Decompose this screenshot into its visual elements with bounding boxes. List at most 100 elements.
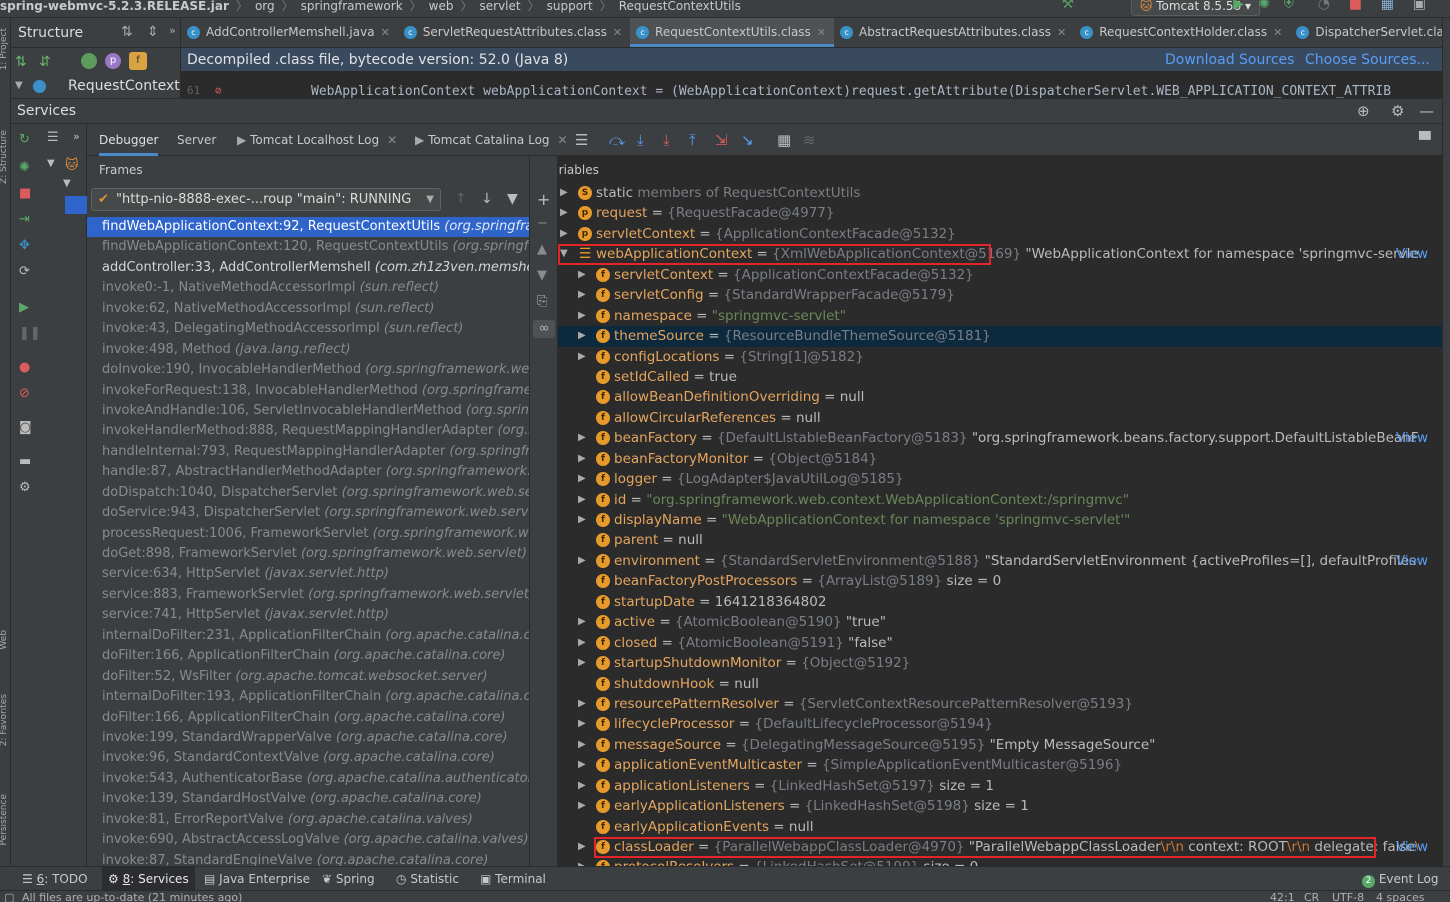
thread-selector[interactable]: ✔ "http-nio-8888-exec-...roup "main": RU… xyxy=(91,188,441,211)
editor-tab[interactable]: c RequestContextHolder.class ✕ xyxy=(1074,18,1290,47)
view-link[interactable]: View xyxy=(1396,244,1428,264)
crosshair-icon[interactable]: ⊕ xyxy=(1357,102,1370,120)
chevron-right-icon[interactable]: ▶ xyxy=(578,755,586,775)
stack-frame-row[interactable]: invoke:690, AbstractAccessLogValve (org.… xyxy=(87,830,529,850)
status-icon[interactable]: ▢ xyxy=(4,892,14,902)
editor-tab[interactable]: c RequestContextUtils.class ✕ xyxy=(630,18,835,47)
chevron-right-icon[interactable]: ▶ xyxy=(578,428,586,448)
stack-frame-row[interactable]: processRequest:1006, FrameworkServlet (o… xyxy=(87,524,529,544)
collapse-icon[interactable]: ⇕ xyxy=(147,24,159,40)
tab-debugger[interactable]: Debugger xyxy=(99,124,159,156)
coverage-icon[interactable]: ⛨ xyxy=(1284,0,1295,11)
layout-icon[interactable]: ▬ xyxy=(19,454,31,469)
chevron-down-icon[interactable]: ▼ xyxy=(560,244,568,264)
close-icon[interactable]: ✕ xyxy=(387,133,397,147)
variable-row[interactable]: f shutdownHook = null xyxy=(558,674,1442,694)
variable-row[interactable]: f allowBeanDefinitionOverriding = null xyxy=(558,387,1442,407)
stack-frame-row[interactable]: invoke:498, Method (java.lang.reflect) xyxy=(87,340,529,360)
evaluate-icon[interactable]: ▦ xyxy=(777,131,791,149)
debug-rerun-icon[interactable]: ✺ xyxy=(19,160,30,175)
java-enterprise-tool-button[interactable]: ▤ Java Enterprise xyxy=(204,867,310,891)
variable-row[interactable]: ▶ f id = "org.springframework.web.context.… xyxy=(558,490,1442,510)
stack-frame-row[interactable]: invoke:43, DelegatingMethodAccessorImpl … xyxy=(87,319,529,339)
minimize-icon[interactable]: — xyxy=(1419,102,1434,120)
chevron-right-icon[interactable]: ▶ xyxy=(578,306,586,326)
variable-row[interactable]: ▶ f closed = {AtomicBoolean@5191} "false" xyxy=(558,633,1442,653)
filter-icon[interactable]: ▼ xyxy=(507,191,518,207)
chevron-right-icon[interactable]: ▶ xyxy=(578,469,586,489)
mute-breakpoints-icon[interactable]: ⊘ xyxy=(19,386,30,401)
variable-row[interactable]: ▶ f displayName = "WebApplicationContext f… xyxy=(558,510,1442,530)
structure-tool-label[interactable]: Z: Structure xyxy=(0,130,9,184)
variable-row[interactable]: ▶ f resourcePatternResolver = {ServletCont… xyxy=(558,694,1442,714)
variable-row[interactable]: f startupDate = 1641218364802 xyxy=(558,592,1442,612)
rerun-icon[interactable]: ↻ xyxy=(19,132,30,147)
stack-frame-row[interactable]: doGet:898, FrameworkServlet (org.springf… xyxy=(87,544,529,564)
trace-icon[interactable]: ≋ xyxy=(803,131,816,149)
remove-icon[interactable]: − xyxy=(537,216,548,231)
breadcrumb-item[interactable]: RequestContextUtils xyxy=(619,0,741,12)
tab-catalina-log[interactable]: ▶ Tomcat Catalina Log ✕ xyxy=(415,124,568,156)
run-icon[interactable]: ▶ xyxy=(1233,0,1244,11)
variable-row[interactable]: ▶ f earlyApplicationListeners = {LinkedHas… xyxy=(558,796,1442,816)
chevron-down-icon[interactable]: ▼ xyxy=(63,178,71,189)
stack-frame-row[interactable]: invokeHandlerMethod:888, RequestMappingH… xyxy=(87,421,529,441)
drop-frame-icon[interactable]: ⇲ xyxy=(715,131,728,149)
chevron-right-icon[interactable]: ▶ xyxy=(578,490,586,510)
sort-visibility-icon[interactable]: ⇵ xyxy=(39,54,51,70)
copy-icon[interactable]: ⎘ xyxy=(537,294,547,309)
view-link[interactable]: View xyxy=(1396,428,1428,448)
variable-row[interactable]: ▶ f beanFactoryMonitor = {Object@5184} xyxy=(558,449,1442,469)
stack-frame-row[interactable]: invoke:62, NativeMethodAccessorImpl (sun… xyxy=(87,299,529,319)
gear-icon[interactable]: ⚙ xyxy=(1391,102,1404,120)
download-sources-link[interactable]: Download Sources xyxy=(1165,48,1294,72)
stack-frame-row[interactable]: handle:87, AbstractHandlerMethodAdapter … xyxy=(87,462,529,482)
sort-icon[interactable]: ⇅ xyxy=(121,24,133,40)
more-icon[interactable]: » xyxy=(169,24,176,37)
chevron-right-icon[interactable]: ▶ xyxy=(578,347,586,367)
variable-row[interactable]: ▶ f classLoader = {ParallelWebappClassLoad… xyxy=(558,837,1442,857)
stack-frame-row[interactable]: doFilter:166, ApplicationFilterChain (or… xyxy=(87,708,529,728)
chevron-right-icon[interactable]: ▶ xyxy=(578,796,586,816)
web-tool-label[interactable]: Web xyxy=(0,630,9,650)
chevron-right-icon[interactable]: ▶ xyxy=(578,510,586,530)
view-link[interactable]: View xyxy=(1396,551,1428,571)
chevron-right-icon[interactable]: ▶ xyxy=(578,633,586,653)
stack-frame-row[interactable]: addController:33, AddControllerMemshell … xyxy=(87,258,529,278)
stack-frame-row[interactable]: invokeAndHandle:106, ServletInvocableHan… xyxy=(87,401,529,421)
resume-icon[interactable]: ▶ xyxy=(19,300,29,315)
variable-row[interactable]: ▶ f startupShutdownMonitor = {Object@5192} xyxy=(558,653,1442,673)
close-icon[interactable]: ✕ xyxy=(817,26,826,39)
stack-frame-row[interactable]: internalDoFilter:193, ApplicationFilterC… xyxy=(87,687,529,707)
stack-frame-row[interactable]: handleInternal:793, RequestMappingHandle… xyxy=(87,442,529,462)
project-structure-icon[interactable]: ▦ xyxy=(1381,0,1394,11)
chevron-right-icon[interactable]: ▶ xyxy=(578,265,586,285)
chevron-right-icon[interactable]: ▶ xyxy=(578,837,586,857)
indent-setting[interactable]: 4 spaces xyxy=(1376,892,1425,902)
restore-layout-icon[interactable]: ▀ xyxy=(1419,131,1431,149)
stop-icon[interactable]: ■ xyxy=(1349,0,1362,11)
chevron-right-icon[interactable]: ▶ xyxy=(578,694,586,714)
variable-row[interactable]: ▶ f environment = {StandardServletEnvironm… xyxy=(558,551,1442,571)
chevron-right-icon[interactable]: ▶ xyxy=(560,203,568,223)
chevron-right-icon[interactable]: ▶ xyxy=(578,714,586,734)
settings-icon[interactable]: ⚙ xyxy=(19,480,31,495)
variable-row[interactable]: ▶ f themeSource = {ResourceBundleThemeSour… xyxy=(558,326,1442,347)
stack-frame-row[interactable]: doInvoke:190, InvocableHandlerMethod (or… xyxy=(87,360,529,380)
sort-alpha-icon[interactable]: ⇅ xyxy=(15,54,27,70)
tab-server[interactable]: Server xyxy=(177,124,216,156)
variable-row[interactable]: ▶ f active = {AtomicBoolean@5190} "true" xyxy=(558,612,1442,632)
show-execution-point-icon[interactable]: ☰ xyxy=(575,131,588,149)
force-step-into-icon[interactable]: ⤓ xyxy=(663,131,670,149)
stack-frame-row[interactable]: findWebApplicationContext:92, RequestCon… xyxy=(87,217,529,238)
variable-row[interactable]: ▶ f messageSource = {DelegatingMessageSour… xyxy=(558,735,1442,755)
stack-frame-row[interactable]: invoke0:-1, NativeMethodAccessorImpl (su… xyxy=(87,278,529,298)
code-editor[interactable]: 61 ⊘ WebApplicationContext webApplicatio… xyxy=(181,72,1442,98)
breadcrumb-item[interactable]: org xyxy=(255,0,275,12)
debug-icon[interactable]: ✺ xyxy=(1258,0,1270,11)
breadcrumb-item[interactable]: servlet xyxy=(480,0,521,12)
show-properties-icon[interactable]: p xyxy=(105,53,121,69)
add-watch-icon[interactable]: + xyxy=(537,190,550,209)
infinity-icon[interactable]: ∞ xyxy=(533,320,555,338)
stack-frame-row[interactable]: service:634, HttpServlet (javax.servlet.… xyxy=(87,564,529,584)
